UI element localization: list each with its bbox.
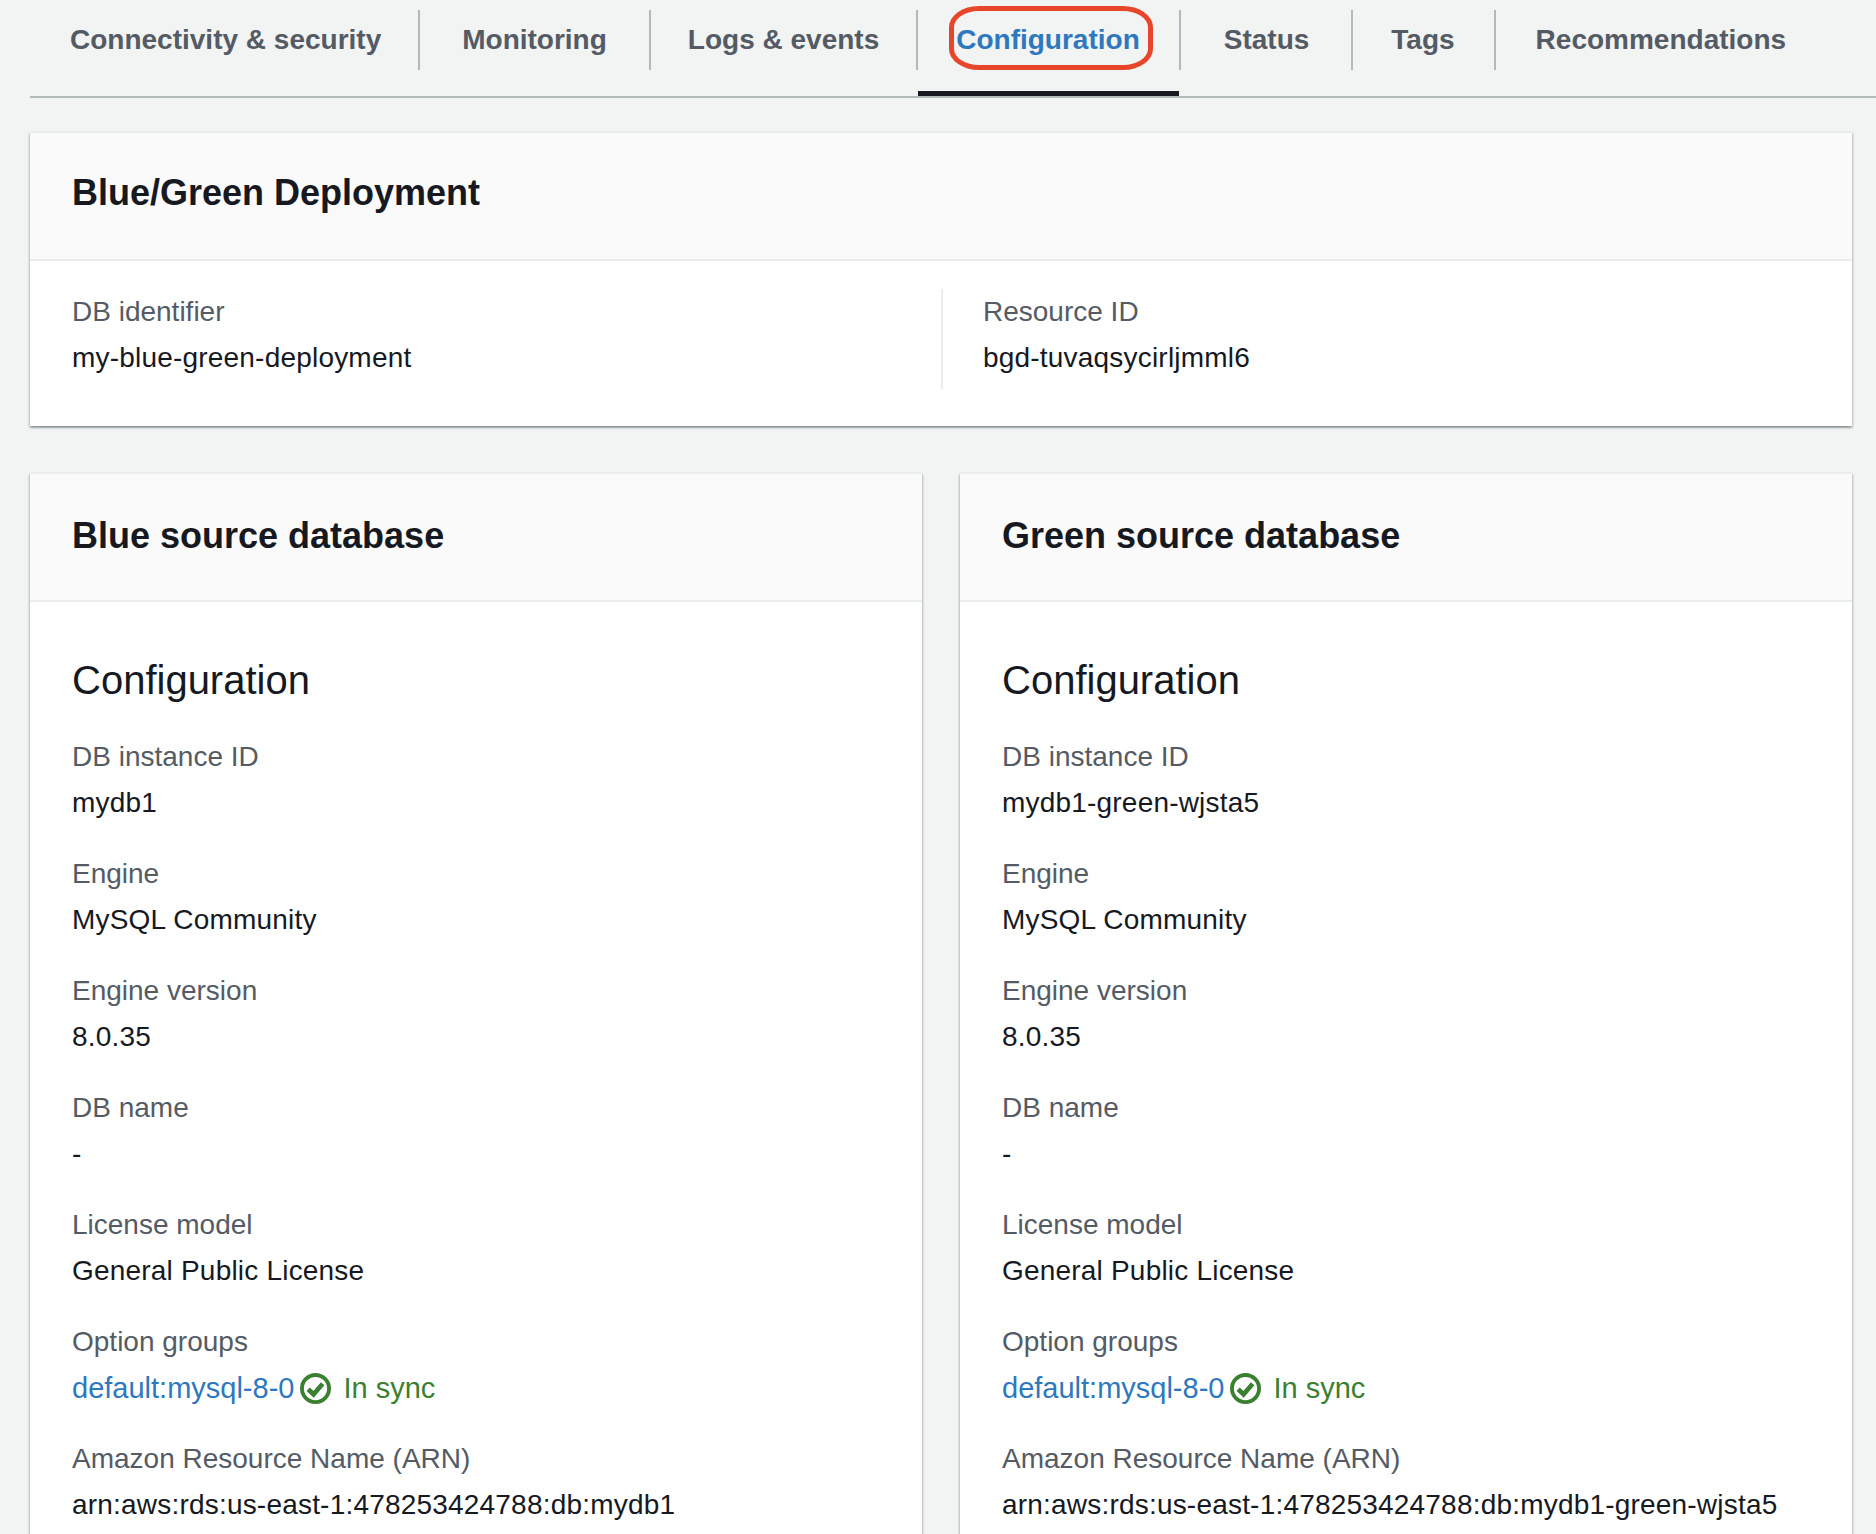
field-label: License model [1002,1203,1810,1247]
field-label: Option groups [72,1320,880,1364]
field-label: Engine version [1002,969,1810,1013]
deployment-card-title: Blue/Green Deployment [72,171,1810,215]
field-label: DB instance ID [72,735,880,779]
db-identifier-value: my-blue-green-deployment [72,336,899,380]
tab-recommendations[interactable]: Recommendations [1496,0,1827,80]
tab-label: Logs & events [688,24,879,56]
blue-card-content: Configuration DB instance ID mydb1 Engin… [30,602,922,1534]
tab-tags[interactable]: Tags [1353,0,1493,80]
field-label: Engine [1002,852,1810,896]
deployment-resource-id-column: Resource ID bgd-tuvaqsycirljmml6 [941,290,1852,380]
tab-logs-events[interactable]: Logs & events [651,0,916,80]
field-label: Engine [72,852,880,896]
field-value: General Public License [1002,1249,1810,1293]
green-engine-version-field: Engine version 8.0.35 [1002,969,1810,1059]
blue-card-header: Blue source database [30,474,922,602]
tab-label: Configuration [956,24,1140,56]
green-card-content: Configuration DB instance ID mydb1-green… [960,602,1852,1534]
blue-source-database-card: Blue source database Configuration DB in… [30,472,922,1534]
green-license-model-field: License model General Public License [1002,1203,1810,1293]
blue-option-groups-value-row: default:mysql-8-0 In sync [72,1366,880,1410]
deployment-db-identifier-column: DB identifier my-blue-green-deployment [30,290,941,380]
field-value: arn:aws:rds:us-east-1:478253424788:db:my… [72,1483,880,1527]
status-positive-icon [300,1373,331,1404]
field-value: MySQL Community [72,898,880,942]
blue-db-instance-id-field: DB instance ID mydb1 [72,735,880,825]
field-value: MySQL Community [1002,898,1810,942]
blue-option-groups-field: Option groups default:mysql-8-0 In sync [72,1320,880,1410]
tab-bar: Connectivity & security Monitoring Logs … [30,0,1876,98]
tab-label: Recommendations [1536,24,1787,56]
option-group-link[interactable]: default:mysql-8-0 [1002,1366,1224,1410]
status-positive-icon [1230,1373,1261,1404]
green-source-database-card: Green source database Configuration DB i… [960,472,1852,1534]
rds-configuration-page: { "colors": { "page_bg": "#f2f3f3", "tex… [0,0,1876,1534]
blue-configuration-section-title: Configuration [72,656,880,704]
tab-label: Connectivity & security [70,24,381,56]
blue-engine-version-field: Engine version 8.0.35 [72,969,880,1059]
green-arn-field: Amazon Resource Name (ARN) arn:aws:rds:u… [1002,1437,1810,1527]
green-card-header: Green source database [960,474,1852,602]
source-databases-grid: Blue source database Configuration DB in… [30,472,1852,1534]
db-identifier-label: DB identifier [72,290,899,334]
resource-id-label: Resource ID [983,290,1810,334]
blue-engine-field: Engine MySQL Community [72,852,880,942]
field-value: General Public License [72,1249,880,1293]
deployment-card-header: Blue/Green Deployment [30,133,1852,261]
option-group-sync-status: In sync [1273,1366,1365,1410]
blue-card-title: Blue source database [72,514,880,558]
field-label: Engine version [72,969,880,1013]
green-engine-field: Engine MySQL Community [1002,852,1810,942]
green-db-name-field: DB name - [1002,1086,1810,1176]
green-card-title: Green source database [1002,514,1810,558]
blue-arn-field: Amazon Resource Name (ARN) arn:aws:rds:u… [72,1437,880,1527]
field-label: Option groups [1002,1320,1810,1364]
field-value: 8.0.35 [1002,1015,1810,1059]
green-option-groups-field: Option groups default:mysql-8-0 In sync [1002,1320,1810,1410]
resource-id-value: bgd-tuvaqsycirljmml6 [983,336,1810,380]
deployment-columns-divider [941,289,943,389]
blue-db-name-field: DB name - [72,1086,880,1176]
tab-connectivity-security[interactable]: Connectivity & security [30,0,418,80]
tab-label: Tags [1391,24,1454,56]
tab-configuration[interactable]: Configuration [918,0,1179,80]
field-value: - [1002,1132,1810,1176]
field-label: Amazon Resource Name (ARN) [1002,1437,1810,1481]
tab-monitoring[interactable]: Monitoring [420,0,649,80]
field-label: DB instance ID [1002,735,1810,779]
field-value: - [72,1132,880,1176]
tab-status[interactable]: Status [1181,0,1352,80]
deployment-card-content: DB identifier my-blue-green-deployment R… [30,261,1852,426]
field-label: DB name [1002,1086,1810,1130]
green-option-groups-value-row: default:mysql-8-0 In sync [1002,1366,1810,1410]
field-label: Amazon Resource Name (ARN) [72,1437,880,1481]
green-configuration-section-title: Configuration [1002,656,1810,704]
field-label: License model [72,1203,880,1247]
tab-label: Monitoring [462,24,607,56]
field-value: arn:aws:rds:us-east-1:478253424788:db:my… [1002,1483,1810,1527]
field-value: 8.0.35 [72,1015,880,1059]
field-label: DB name [72,1086,880,1130]
blue-license-model-field: License model General Public License [72,1203,880,1293]
option-group-sync-status: In sync [343,1366,435,1410]
field-value: mydb1 [72,781,880,825]
field-value: mydb1-green-wjsta5 [1002,781,1810,825]
option-group-link[interactable]: default:mysql-8-0 [72,1366,294,1410]
deployment-summary-card: Blue/Green Deployment DB identifier my-b… [30,131,1852,426]
tab-label: Status [1224,24,1310,56]
green-db-instance-id-field: DB instance ID mydb1-green-wjsta5 [1002,735,1810,825]
